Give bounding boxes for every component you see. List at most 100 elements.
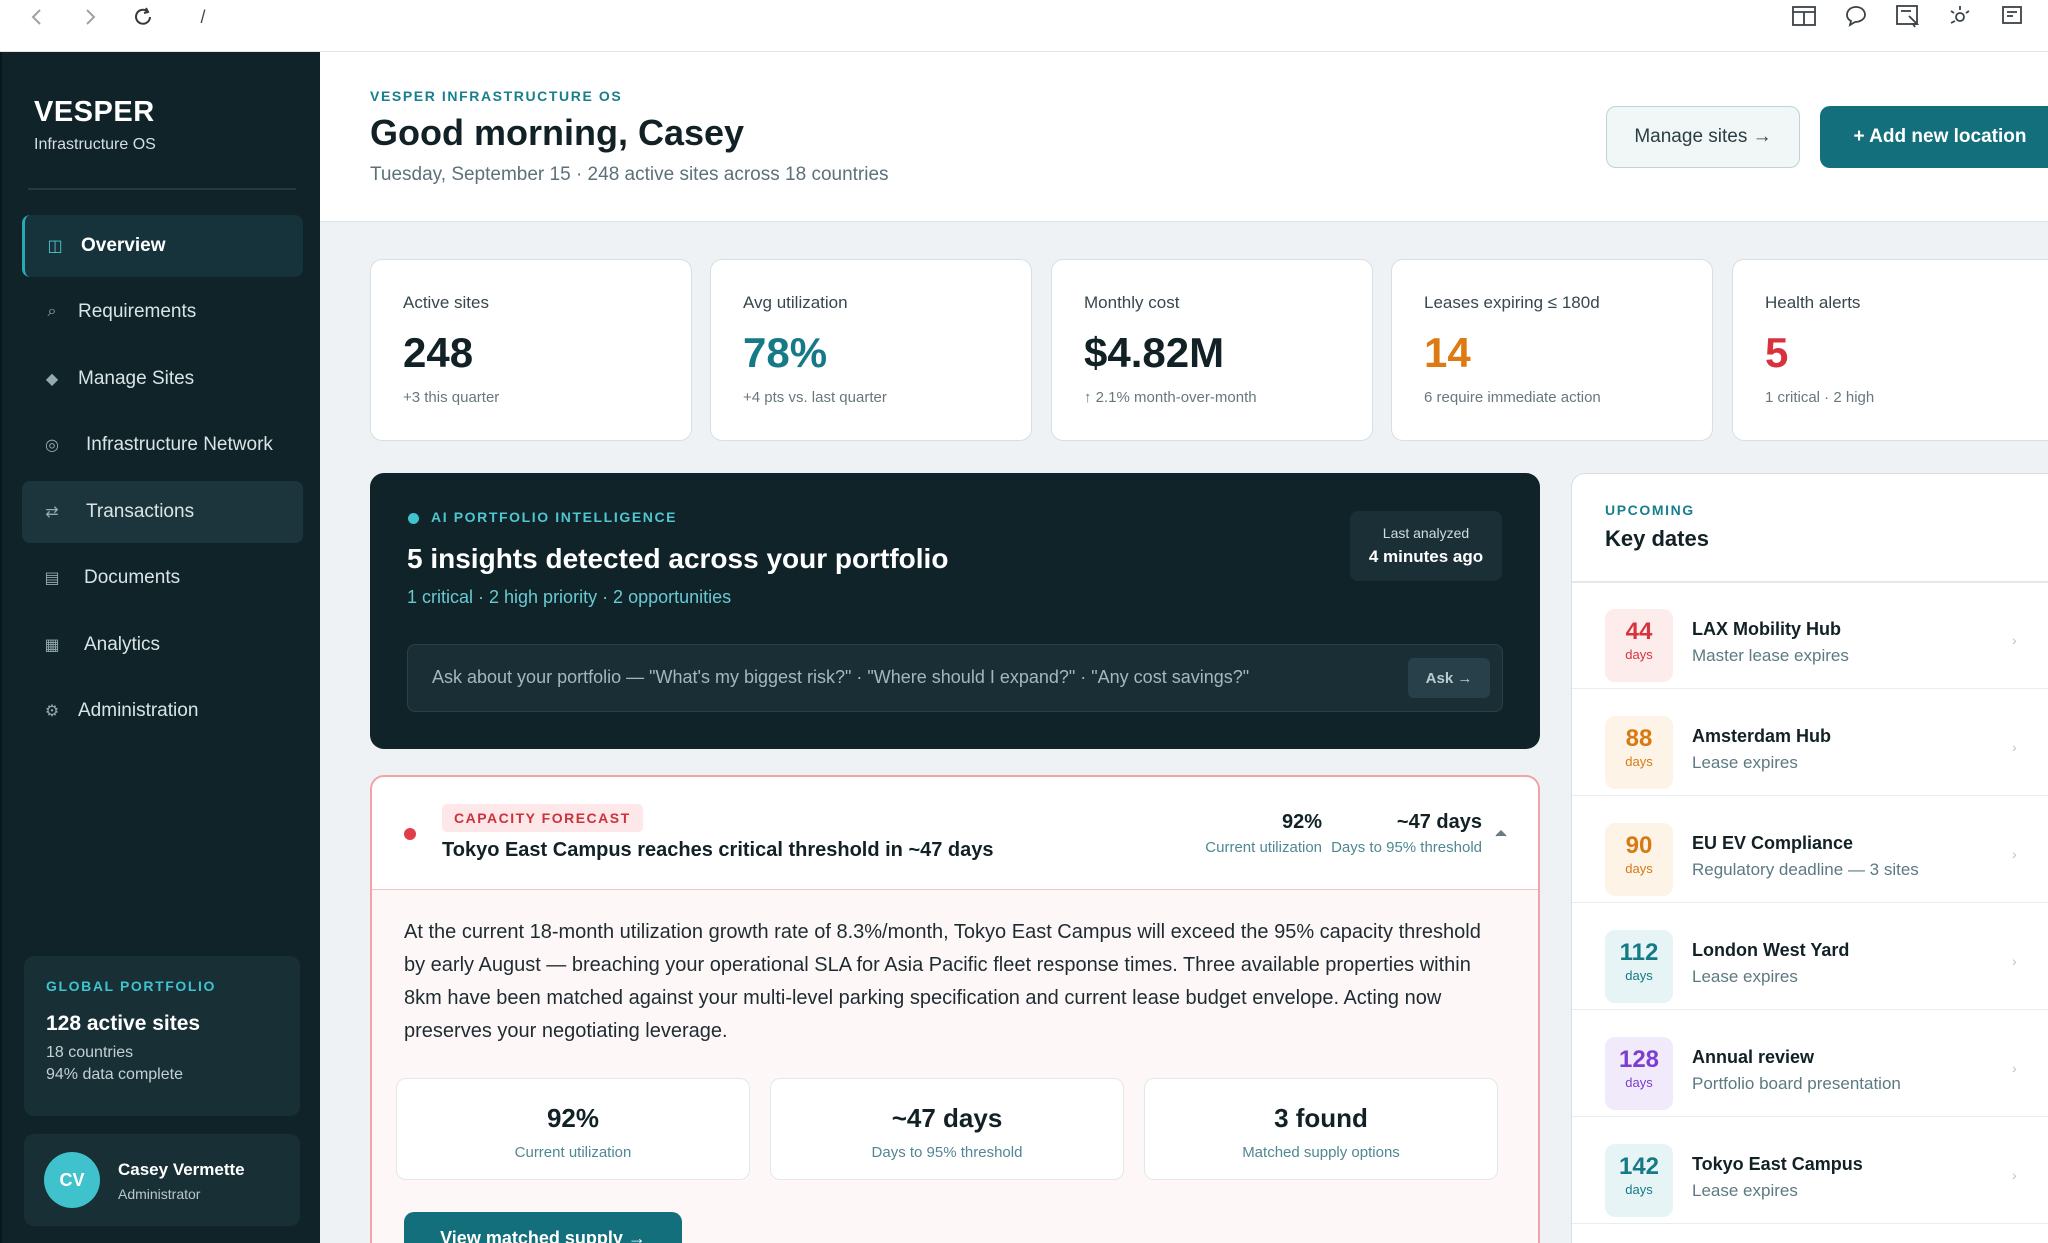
key-date-item[interactable]: 90 days EU EV Compliance Regulatory dead…: [1572, 796, 2048, 903]
manage-sites-button[interactable]: Manage sites →: [1606, 106, 1800, 168]
stat-value: 78%: [743, 329, 828, 376]
stat-card-monthly-cost[interactable]: Monthly cost $4.82M ↑ 2.1% month-over-mo…: [1051, 259, 1373, 441]
ai-eyebrow: AI PORTFOLIO INTELLIGENCE: [431, 509, 678, 525]
grid-icon: ▦: [44, 637, 60, 654]
view-matched-supply-button[interactable]: View matched supply →: [404, 1212, 682, 1243]
sidebar-item-label: Documents: [84, 567, 181, 588]
key-date-description: Regulatory deadline — 3 sites: [1692, 860, 1919, 879]
search-icon: ⌕: [47, 303, 57, 320]
metric-label: Current utilization: [514, 1144, 632, 1161]
chat-icon[interactable]: [1838, 0, 1874, 32]
key-date-name: London West Yard: [1692, 940, 1850, 960]
key-date-name: Annual review: [1692, 1047, 1815, 1067]
stat-card-health-alerts[interactable]: Health alerts 5 1 critical · 2 high: [1732, 259, 2048, 441]
stat-note: 1 critical · 2 high: [1765, 389, 1875, 406]
portfolio-countries: 18 countries: [46, 1044, 134, 1061]
key-date-description: Lease expires: [1692, 753, 1798, 772]
key-date-name: LAX Mobility Hub: [1692, 619, 1841, 639]
days-badge: 128 days: [1605, 1037, 1673, 1110]
days-badge: 142 days: [1605, 1144, 1673, 1217]
inspect-icon[interactable]: [1890, 0, 1926, 32]
ask-button[interactable]: Ask →: [1408, 658, 1490, 698]
key-date-item[interactable]: 112 days London West Yard Lease expires …: [1572, 903, 2048, 1010]
sparkle-icon[interactable]: [1942, 0, 1978, 32]
collapse-chevron-icon[interactable]: [1494, 825, 1510, 841]
days-badge: 88 days: [1605, 716, 1673, 789]
sidebar-item-requirements[interactable]: ⌕ Requirements: [22, 281, 303, 343]
key-date-description: Lease expires: [1692, 967, 1798, 986]
swap-icon: ⇄: [45, 504, 59, 521]
metric-value: 92%: [546, 1103, 600, 1133]
portfolio-title: 128 active sites: [46, 1012, 201, 1035]
brand-subtitle: Infrastructure OS: [34, 136, 156, 153]
sidebar-item-manage-sites[interactable]: ◆ Manage Sites: [22, 348, 303, 410]
days-count: 88: [1625, 725, 1653, 752]
stat-label: Avg utilization: [743, 293, 848, 312]
global-portfolio-card[interactable]: GLOBAL PORTFOLIO 128 active sites 18 cou…: [24, 956, 300, 1116]
split-view-icon[interactable]: [1786, 0, 1822, 32]
sidebar-item-label: Overview: [81, 235, 166, 256]
stat-label: Monthly cost: [1084, 293, 1180, 312]
days-count: 128: [1618, 1046, 1660, 1073]
chevron-right-icon: ›: [2012, 632, 2017, 648]
sidebar-item-infrastructure-network[interactable]: ◎ Infrastructure Network: [22, 414, 303, 476]
sidebar-item-analytics[interactable]: ▦ Analytics: [22, 614, 303, 676]
add-location-button[interactable]: + Add new location: [1820, 106, 2048, 168]
metric-value: 3 found: [1274, 1103, 1368, 1133]
key-date-item[interactable]: 88 days Amsterdam Hub Lease expires ›: [1572, 689, 2048, 796]
stat-card-avg-utilization[interactable]: Avg utilization 78% +4 pts vs. last quar…: [710, 259, 1032, 441]
key-date-item[interactable]: 44 days LAX Mobility Hub Master lease ex…: [1572, 582, 2048, 689]
key-date-item[interactable]: 128 days Annual review Portfolio board p…: [1572, 1010, 2048, 1117]
forecast-days-value: ~47 days: [1396, 811, 1482, 833]
sidebar-item-transactions[interactable]: ⇄ Transactions: [22, 481, 303, 543]
stat-card-leases-expiring[interactable]: Leases expiring ≤ 180d 14 6 require imme…: [1391, 259, 1713, 441]
forecast-body: At the current 18-month utilization grow…: [372, 890, 1538, 1243]
gear-icon: ⚙: [44, 703, 60, 720]
page-title: Good morning, Casey: [370, 112, 745, 153]
page-header: VESPER INFRASTRUCTURE OS Good morning, C…: [320, 52, 2048, 222]
sidebar-item-administration[interactable]: ⚙ Administration: [22, 680, 303, 742]
forward-icon[interactable]: [75, 2, 105, 32]
days-count: 142: [1618, 1153, 1660, 1180]
sidebar-item-label: Requirements: [78, 301, 197, 322]
ask-input[interactable]: Ask about your portfolio — "What's my bi…: [407, 644, 1503, 712]
metric-label: Matched supply options: [1242, 1144, 1400, 1161]
notes-icon[interactable]: [1994, 0, 2030, 32]
stat-card-active-sites[interactable]: Active sites 248 +3 this quarter: [370, 259, 692, 441]
sidebar-divider: [28, 188, 296, 190]
sidebar-item-label: Administration: [78, 700, 199, 721]
key-date-description: Lease expires: [1692, 1181, 1798, 1200]
sidebar-item-overview[interactable]: ◫ Overview: [22, 215, 303, 277]
portfolio-completeness: 94% data complete: [46, 1066, 183, 1083]
key-date-name: Tokyo East Campus: [1692, 1154, 1863, 1174]
forecast-days-label: Days to 95% threshold: [1331, 839, 1482, 856]
ai-subtitle: 1 critical · 2 high priority · 2 opportu…: [407, 587, 732, 607]
forecast-header[interactable]: CAPACITY FORECAST Tokyo East Campus reac…: [372, 777, 1538, 890]
days-unit: days: [1625, 647, 1653, 662]
stat-label: Health alerts: [1765, 293, 1861, 312]
forecast-metric-card: 3 found Matched supply options: [1144, 1078, 1498, 1180]
key-dates-panel: UPCOMING Key dates 44 days LAX Mobility …: [1571, 473, 2048, 1243]
user-profile[interactable]: CV Casey Vermette Administrator: [24, 1134, 300, 1226]
stat-note: 6 require immediate action: [1424, 389, 1601, 406]
forecast-title: Tokyo East Campus reaches critical thres…: [442, 839, 994, 861]
key-dates-title: Key dates: [1605, 526, 1709, 551]
sidebar-item-documents[interactable]: ▤ Documents: [22, 547, 303, 609]
metric-value: ~47 days: [891, 1103, 1003, 1133]
stat-value: 5: [1765, 329, 1789, 376]
stat-note: +4 pts vs. last quarter: [743, 389, 887, 406]
ai-insights-panel: AI PORTFOLIO INTELLIGENCE 5 insights det…: [370, 473, 1540, 749]
browser-toolbar: /: [0, 0, 2048, 52]
diamond-icon: ◆: [45, 371, 59, 388]
address-path[interactable]: /: [188, 2, 218, 32]
key-date-item[interactable]: 142 days Tokyo East Campus Lease expires…: [1572, 1117, 2048, 1224]
reload-icon[interactable]: [128, 2, 158, 32]
brand-logo[interactable]: VESPER: [34, 96, 155, 129]
key-date-description: Portfolio board presentation: [1692, 1074, 1901, 1093]
back-icon[interactable]: [22, 2, 52, 32]
document-icon: ▤: [44, 570, 60, 587]
stat-value: 248: [403, 329, 474, 376]
stat-note: ↑ 2.1% month-over-month: [1084, 389, 1257, 406]
portfolio-label: GLOBAL PORTFOLIO: [46, 978, 217, 994]
stat-label: Leases expiring ≤ 180d: [1424, 293, 1600, 312]
